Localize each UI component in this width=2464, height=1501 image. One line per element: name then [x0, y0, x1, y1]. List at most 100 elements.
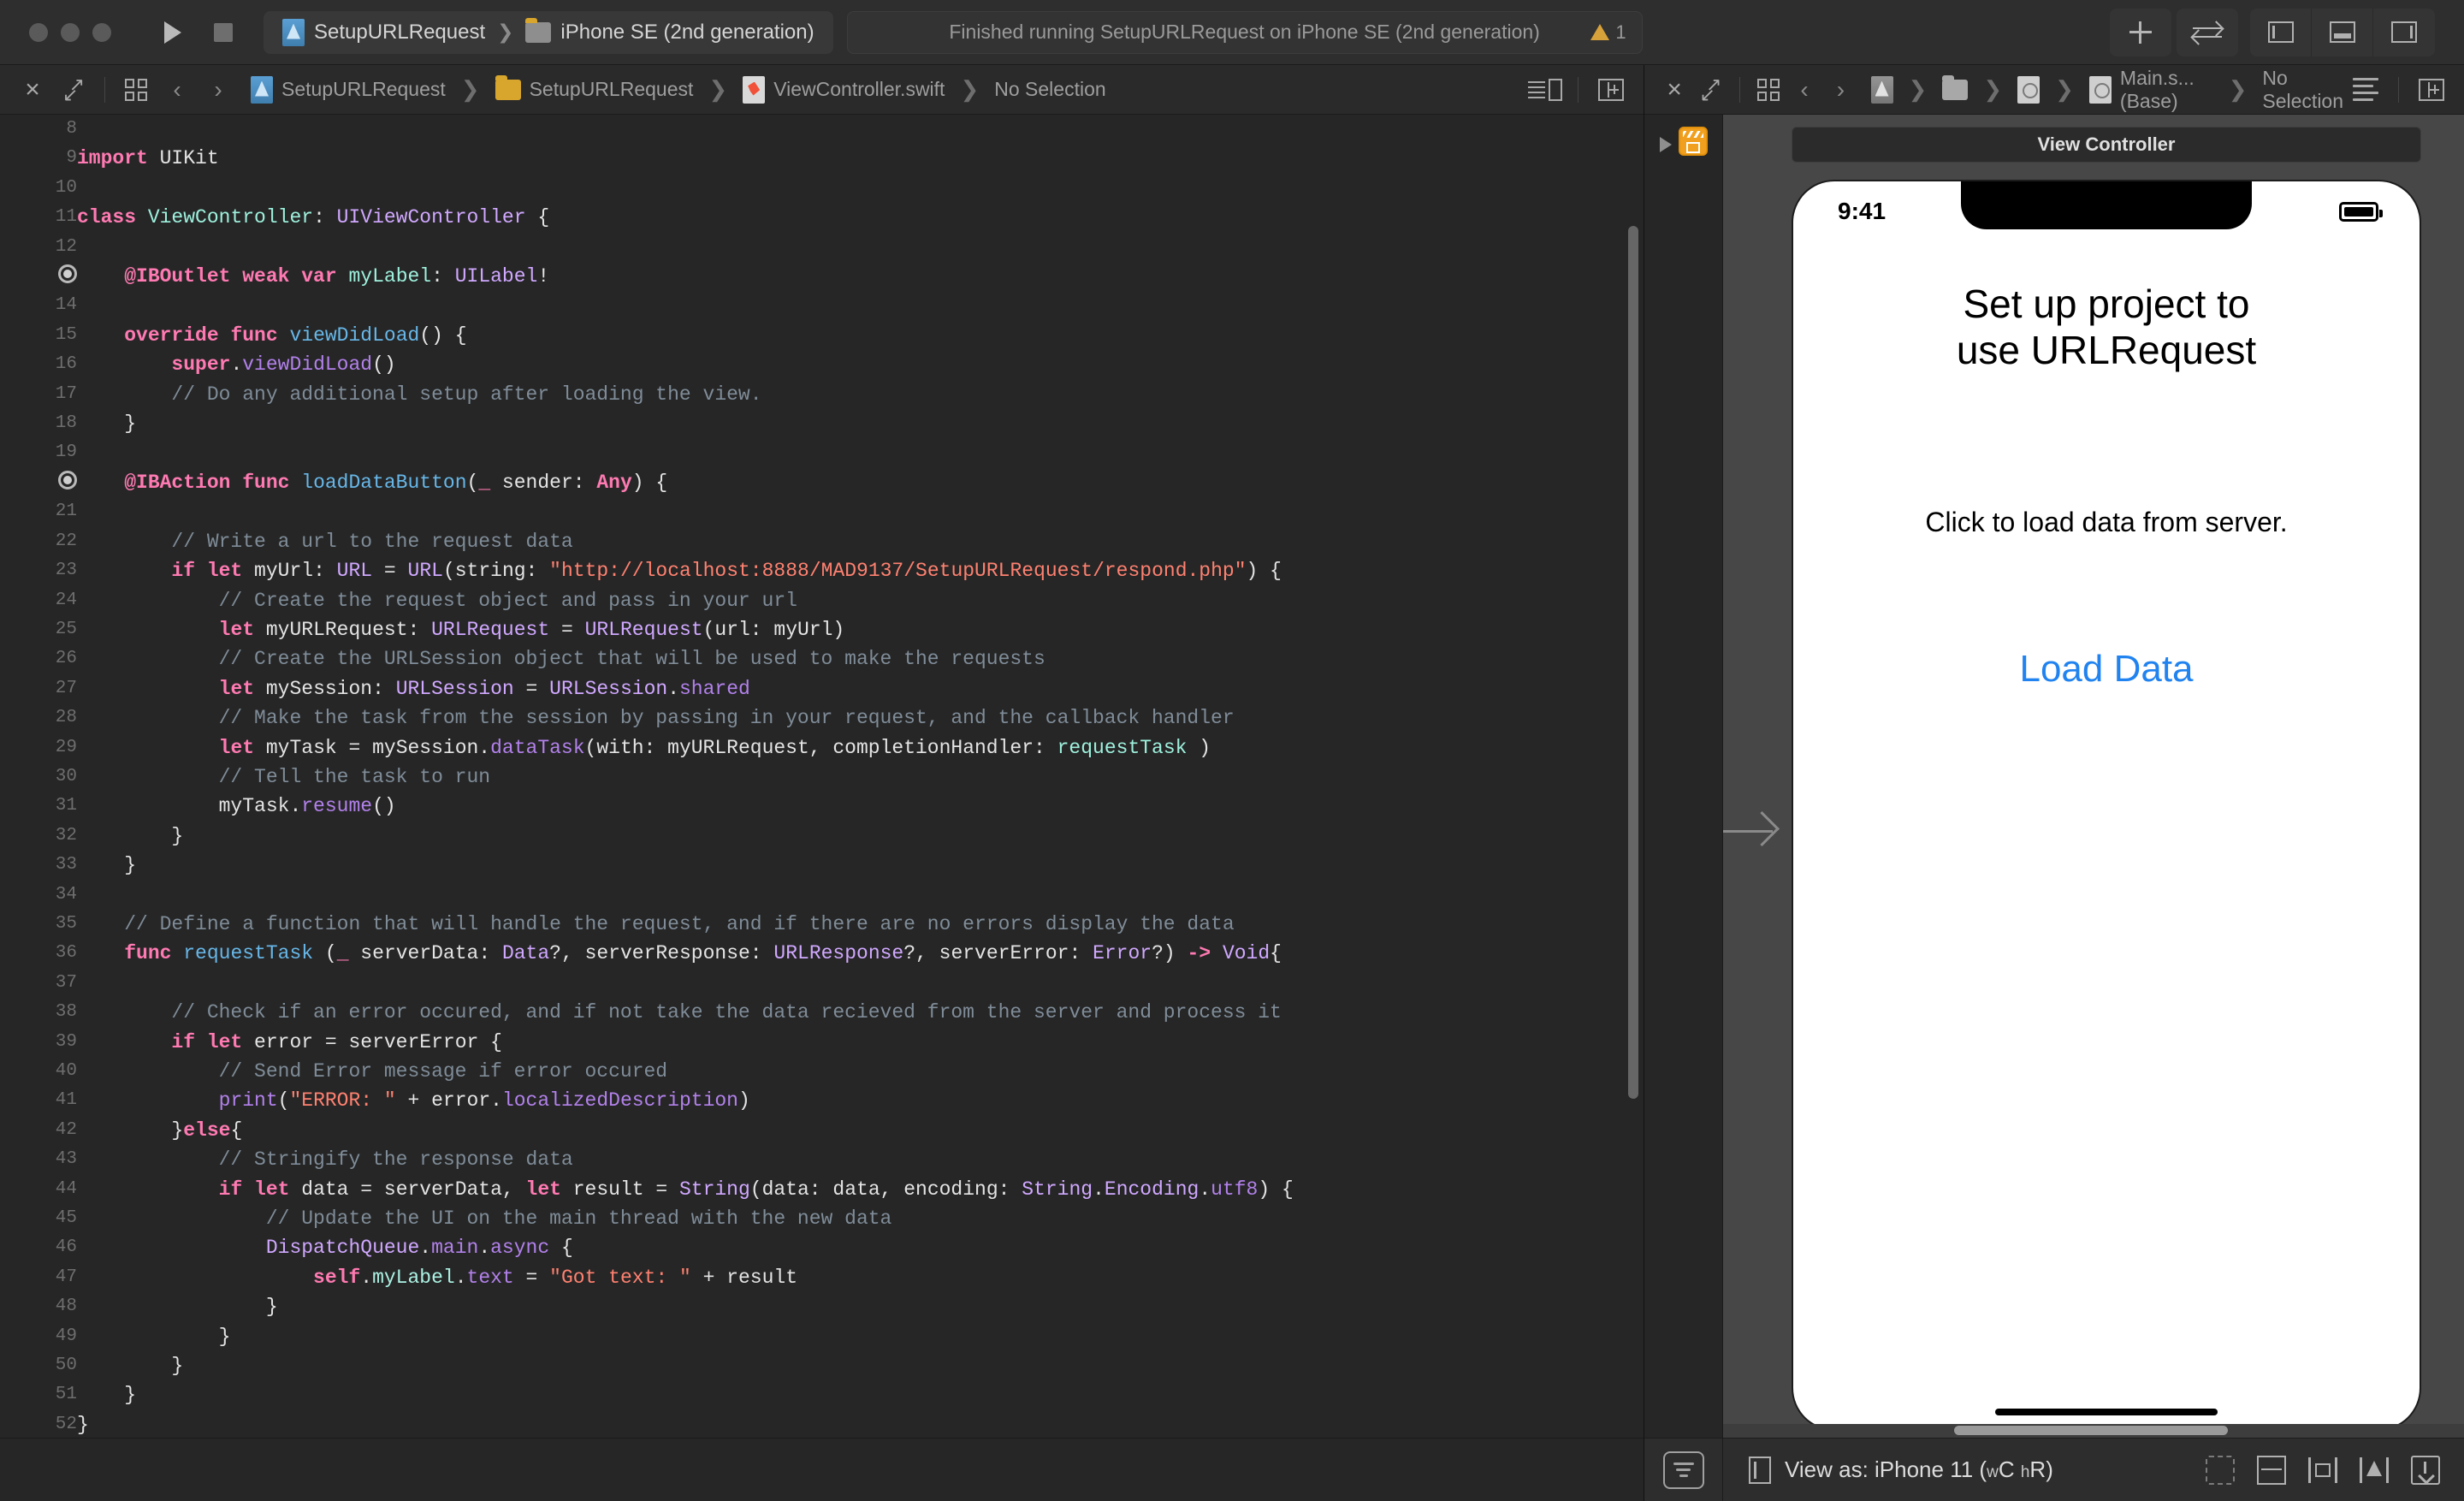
line-number[interactable]: 50: [0, 1351, 77, 1380]
code-text[interactable]: // Create the URLSession object that wil…: [77, 644, 1644, 673]
code-text[interactable]: [77, 291, 1644, 320]
related-items-button[interactable]: [117, 71, 155, 109]
line-number[interactable]: 18: [0, 409, 77, 438]
code-text[interactable]: // Make the task from the session by pas…: [77, 703, 1644, 733]
code-text[interactable]: import UIKit: [77, 144, 1644, 173]
line-number[interactable]: 48: [0, 1292, 77, 1321]
code-line[interactable]: 11 class ViewController: UIViewController…: [0, 203, 1644, 232]
canvas-horizontal-scrollbar[interactable]: [1723, 1424, 2464, 1438]
ib-outline-toggle-button[interactable]: [2347, 71, 2384, 109]
code-text[interactable]: // Check if an error occured, and if not…: [77, 998, 1644, 1027]
embed-in-icon[interactable]: [2257, 1455, 2286, 1485]
code-line[interactable]: 29 let myTask = mySession.dataTask(with:…: [0, 733, 1644, 762]
line-number[interactable]: 10: [0, 174, 77, 203]
line-number[interactable]: 27: [0, 674, 77, 703]
code-line[interactable]: 50 }: [0, 1351, 1644, 1380]
breakpoint-icon[interactable]: [58, 264, 77, 283]
code-text[interactable]: // Define a function that will handle th…: [77, 910, 1644, 939]
code-line[interactable]: 31 myTask.resume(): [0, 792, 1644, 821]
code-scroll-region[interactable]: 8 9 import UIKit 10 11 class ViewController…: [0, 115, 1644, 1438]
stop-button[interactable]: [198, 9, 248, 56]
code-line[interactable]: 48 }: [0, 1292, 1644, 1321]
device-preview[interactable]: 9:41 Set up project to use URLRequest Cl…: [1793, 181, 2420, 1429]
line-number[interactable]: 11: [0, 203, 77, 232]
document-outline-strip[interactable]: [1644, 115, 1723, 1438]
code-text[interactable]: [77, 969, 1644, 998]
code-line[interactable]: 19: [0, 438, 1644, 467]
line-number[interactable]: 25: [0, 615, 77, 644]
code-line[interactable]: 37: [0, 969, 1644, 998]
headline-label[interactable]: Set up project to use URLRequest: [1793, 281, 2420, 374]
code-line[interactable]: 32 }: [0, 822, 1644, 851]
code-line[interactable]: 35 // Define a function that will handle…: [0, 910, 1644, 939]
ib-breadcrumb-file[interactable]: Main.s...(Base): [2120, 67, 2213, 113]
line-number[interactable]: 21: [0, 497, 77, 526]
line-number[interactable]: 41: [0, 1086, 77, 1115]
line-number[interactable]: 33: [0, 851, 77, 880]
ib-add-editor-button[interactable]: [2413, 71, 2450, 109]
code-text[interactable]: func requestTask (_ serverData: Data?, s…: [77, 939, 1644, 968]
pin-icon[interactable]: [2360, 1456, 2389, 1485]
disclosure-triangle-icon[interactable]: [1659, 137, 1672, 152]
code-line[interactable]: 9 import UIKit: [0, 144, 1644, 173]
toggle-navigator-button[interactable]: [2250, 8, 2312, 56]
toggle-debug-area-button[interactable]: [2312, 8, 2373, 56]
minimize-window-button[interactable]: [61, 22, 80, 42]
storyboard-canvas[interactable]: View Controller 9:41 Set up project to u…: [1723, 115, 2464, 1438]
code-line[interactable]: 38 // Check if an error occured, and if …: [0, 998, 1644, 1027]
line-number[interactable]: 47: [0, 1263, 77, 1292]
code-line[interactable]: @IBAction func loadDataButton(_ sender: …: [0, 468, 1644, 497]
line-number[interactable]: 31: [0, 792, 77, 821]
code-text[interactable]: }: [77, 409, 1644, 438]
code-text[interactable]: [77, 233, 1644, 262]
code-text[interactable]: }: [77, 1322, 1644, 1351]
ib-breadcrumb-selection[interactable]: No Selection: [2262, 67, 2343, 113]
line-number[interactable]: 9: [0, 144, 77, 173]
ib-go-back-button[interactable]: ‹: [1788, 71, 1821, 109]
canvas-scroll-thumb[interactable]: [1954, 1426, 2228, 1435]
view-as-control[interactable]: View as: iPhone 11 (wC hR): [1723, 1456, 2053, 1484]
code-text[interactable]: if let error = serverError {: [77, 1028, 1644, 1057]
code-text[interactable]: DispatchQueue.main.async {: [77, 1233, 1644, 1262]
breakpoint-icon[interactable]: [58, 470, 77, 489]
code-line[interactable]: 8: [0, 115, 1644, 144]
code-line[interactable]: 17 // Do any additional setup after load…: [0, 380, 1644, 409]
line-number[interactable]: 42: [0, 1116, 77, 1145]
code-text[interactable]: override func viewDidLoad() {: [77, 321, 1644, 350]
code-text[interactable]: // Write a url to the request data: [77, 527, 1644, 556]
code-line[interactable]: 21: [0, 497, 1644, 526]
code-text[interactable]: [77, 115, 1644, 144]
code-line[interactable]: 43 // Stringify the response data: [0, 1145, 1644, 1174]
code-line[interactable]: 12: [0, 233, 1644, 262]
code-line[interactable]: 34: [0, 881, 1644, 910]
go-back-button[interactable]: ‹: [158, 71, 196, 109]
code-text[interactable]: [77, 174, 1644, 203]
code-text[interactable]: let myTask = mySession.dataTask(with: my…: [77, 733, 1644, 762]
line-number[interactable]: 23: [0, 556, 77, 585]
code-text[interactable]: class ViewController: UIViewController {: [77, 203, 1644, 232]
code-line[interactable]: 28 // Make the task from the session by …: [0, 703, 1644, 733]
close-window-button[interactable]: [29, 22, 48, 42]
code-line[interactable]: 25 let myURLRequest: URLRequest = URLReq…: [0, 615, 1644, 644]
code-text[interactable]: }: [77, 1410, 1644, 1438]
line-number[interactable]: 15: [0, 321, 77, 350]
code-text[interactable]: }else{: [77, 1116, 1644, 1145]
code-text[interactable]: // Stringify the response data: [77, 1145, 1644, 1174]
add-editor-button[interactable]: [1592, 71, 1630, 109]
code-line[interactable]: 10: [0, 174, 1644, 203]
code-text[interactable]: }: [77, 822, 1644, 851]
code-text[interactable]: // Create the request object and pass in…: [77, 586, 1644, 615]
breakpoint-marker[interactable]: [0, 468, 77, 497]
line-number[interactable]: 44: [0, 1175, 77, 1204]
code-line[interactable]: 40 // Send Error message if error occure…: [0, 1057, 1644, 1086]
line-number[interactable]: 52: [0, 1410, 77, 1438]
code-line[interactable]: 47 self.myLabel.text = "Got text: " + re…: [0, 1263, 1644, 1292]
code-line[interactable]: 26 // Create the URLSession object that …: [0, 644, 1644, 673]
line-number[interactable]: 17: [0, 380, 77, 409]
code-line[interactable]: 23 if let myUrl: URL = URL(string: "http…: [0, 556, 1644, 585]
code-text[interactable]: myTask.resume(): [77, 792, 1644, 821]
line-number[interactable]: 19: [0, 438, 77, 467]
line-number[interactable]: 43: [0, 1145, 77, 1174]
code-text[interactable]: }: [77, 1351, 1644, 1380]
run-button[interactable]: [145, 9, 195, 56]
